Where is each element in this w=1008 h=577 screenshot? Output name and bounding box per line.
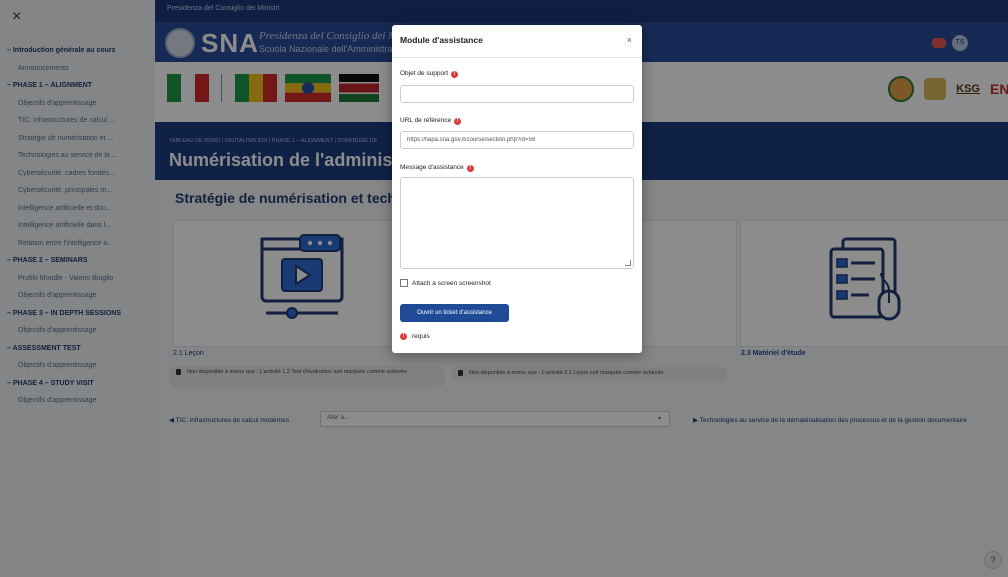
required-icon: ! bbox=[400, 333, 407, 340]
support-subject-label-text: Objet de support bbox=[400, 70, 449, 77]
attach-screenshot-checkbox-row[interactable]: Attach a screen screenshot bbox=[400, 279, 491, 287]
modal-title: Module d'assistance bbox=[400, 35, 483, 45]
assistance-message-textarea[interactable] bbox=[400, 177, 634, 269]
support-subject-label: Objet de support! bbox=[400, 70, 459, 78]
assistance-message-label: Message d'assistance! bbox=[400, 164, 474, 172]
support-subject-input[interactable] bbox=[400, 85, 634, 103]
required-icon: ! bbox=[454, 118, 462, 125]
page: × Introduction générale au coursAnnounce… bbox=[0, 0, 1008, 577]
required-note-text: requis bbox=[412, 333, 430, 340]
required-icon: ! bbox=[451, 71, 459, 78]
modal-header: Module d'assistance × bbox=[392, 25, 642, 58]
attach-screenshot-checkbox[interactable] bbox=[400, 279, 408, 287]
assistance-modal: Module d'assistance × Objet de support ! … bbox=[392, 25, 642, 353]
assistance-message-label-text: Message d'assistance bbox=[400, 164, 464, 171]
reference-url-label-text: URL de référence bbox=[400, 117, 452, 124]
reference-url-input[interactable] bbox=[400, 131, 634, 149]
attach-screenshot-label[interactable]: Attach a screen screenshot bbox=[412, 280, 491, 287]
required-note: ! requis bbox=[400, 333, 430, 340]
open-ticket-button[interactable]: Ouvrir un ticket d'assistance bbox=[400, 304, 509, 322]
required-icon: ! bbox=[466, 165, 474, 172]
reference-url-label: URL de référence! bbox=[400, 117, 462, 125]
close-icon[interactable]: × bbox=[627, 35, 632, 45]
